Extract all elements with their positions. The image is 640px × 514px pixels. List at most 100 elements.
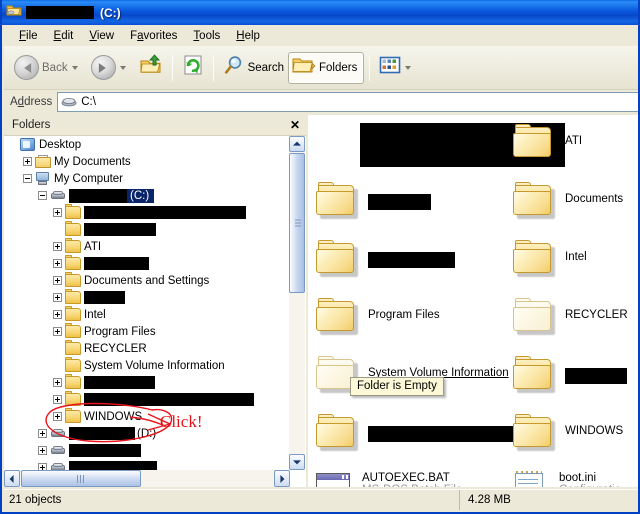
file-list-item[interactable] — [316, 239, 455, 277]
folder-icon — [316, 297, 360, 335]
redacted-text — [368, 193, 431, 210]
search-button[interactable]: Search — [219, 50, 288, 86]
back-button[interactable]: Back — [10, 50, 87, 86]
folders-icon — [292, 55, 316, 80]
expand-plus-icon[interactable] — [38, 463, 47, 470]
tree-vscroll-thumb[interactable] — [289, 153, 305, 293]
tooltip: Folder is Empty — [350, 377, 444, 396]
file-list-item[interactable]: WINDOWS — [513, 413, 623, 451]
tree-node[interactable] — [4, 459, 290, 470]
menu-item-edit[interactable]: Edit — [46, 28, 82, 44]
folder-drive-icon — [6, 3, 22, 22]
tree-node-label: ATI — [84, 240, 102, 253]
scroll-up-button[interactable] — [289, 136, 305, 152]
expand-plus-icon[interactable] — [53, 242, 62, 251]
menu-item-help[interactable]: Help — [228, 28, 268, 44]
file-list-item[interactable]: Intel — [513, 239, 587, 277]
tree-node[interactable] — [4, 221, 290, 238]
expand-plus-icon[interactable] — [38, 429, 47, 438]
menu-item-tools[interactable]: Tools — [185, 28, 228, 44]
toolbar-separator — [212, 54, 214, 81]
tree-node[interactable] — [4, 255, 290, 272]
tree-expander-spacer — [53, 361, 62, 370]
up-button[interactable] — [135, 50, 167, 86]
tree-node[interactable]: (D:) — [4, 425, 290, 442]
tree-node[interactable]: ATI — [4, 238, 290, 255]
scroll-left-button[interactable] — [4, 470, 20, 487]
expand-plus-icon[interactable] — [53, 276, 62, 285]
tree-node[interactable] — [4, 374, 290, 391]
expand-plus-icon[interactable] — [23, 157, 32, 166]
folder-icon — [65, 323, 81, 338]
tree-node[interactable]: WINDOWS — [4, 408, 290, 425]
scroll-right-button[interactable] — [274, 470, 290, 487]
tree-node[interactable]: System Volume Information — [4, 357, 290, 374]
tree-node[interactable]: Intel — [4, 306, 290, 323]
tree-vertical-scrollbar[interactable] — [289, 136, 305, 470]
folder-icon — [316, 181, 360, 219]
tree-horizontal-scrollbar[interactable] — [4, 470, 290, 487]
menu-item-favorites[interactable]: Favorites — [122, 28, 185, 44]
menu-item-file[interactable]: File — [11, 28, 46, 44]
file-item-name: boot.ini — [559, 472, 597, 484]
tree-node[interactable]: RECYCLER — [4, 340, 290, 357]
file-list-item[interactable] — [316, 181, 431, 219]
collapse-minus-icon[interactable] — [38, 191, 47, 200]
expand-plus-icon[interactable] — [53, 378, 62, 387]
expand-plus-icon[interactable] — [53, 293, 62, 302]
views-button[interactable] — [375, 50, 420, 86]
tree-node[interactable] — [4, 442, 290, 459]
folder-icon — [65, 357, 81, 372]
redacted-text — [84, 376, 155, 389]
redacted-text — [69, 427, 135, 440]
redacted-text — [69, 461, 157, 470]
close-icon[interactable]: ✕ — [290, 119, 300, 131]
file-list-item[interactable]: AUTOEXEC.BATMS-DOS Batch File — [316, 471, 462, 487]
views-dropdown-caret-icon[interactable] — [405, 65, 412, 70]
file-list-pane[interactable]: ATI Documents Intel Program Files RECYCLER S… — [308, 115, 638, 487]
tree-node[interactable]: My Computer — [4, 170, 290, 187]
tree-node-label: My Documents — [54, 155, 131, 168]
file-list-item[interactable]: RECYCLER — [513, 297, 628, 335]
tree-node[interactable] — [4, 391, 290, 408]
tree-node[interactable] — [4, 204, 290, 221]
window-title: (C:) — [26, 6, 121, 20]
forward-button[interactable] — [87, 50, 135, 86]
expand-plus-icon[interactable] — [53, 412, 62, 421]
tree-hscroll-thumb[interactable] — [21, 470, 141, 487]
forward-dropdown-caret-icon[interactable] — [119, 65, 126, 70]
tree-node[interactable]: (C:) — [4, 187, 290, 204]
menu-item-view[interactable]: View — [81, 28, 122, 44]
expand-plus-icon[interactable] — [53, 259, 62, 268]
expand-plus-icon[interactable] — [38, 446, 47, 455]
expand-plus-icon[interactable] — [53, 327, 62, 336]
folders-button[interactable]: Folders — [288, 51, 365, 84]
tree-node[interactable] — [4, 289, 290, 306]
tree-node[interactable]: Documents and Settings — [4, 272, 290, 289]
file-list-item[interactable]: Program Files — [316, 297, 440, 335]
scroll-down-button[interactable] — [289, 454, 305, 470]
file-list-item[interactable]: Documents — [513, 181, 623, 219]
tree-expander-spacer — [53, 344, 62, 353]
refresh-button[interactable] — [178, 50, 208, 86]
file-list-item[interactable]: boot.iniConfiguratio — [513, 471, 621, 487]
menu-bar[interactable]: File Edit View Favorites Tools Help — [4, 25, 638, 46]
folder-icon — [65, 289, 81, 304]
address-input[interactable]: C:\ — [57, 92, 638, 112]
tree-node[interactable]: Desktop — [4, 136, 290, 153]
file-list-item[interactable]: ATI — [513, 123, 582, 161]
folder-icon — [65, 374, 81, 389]
folders-button-label: Folders — [319, 61, 358, 74]
folder-tree[interactable]: Desktop My Documents My Computer (C:) ATI Doc… — [4, 136, 290, 470]
toolbar-separator — [171, 54, 173, 81]
tree-node[interactable]: Program Files — [4, 323, 290, 340]
file-list-item[interactable] — [513, 355, 627, 393]
tree-node[interactable]: My Documents — [4, 153, 290, 170]
expand-plus-icon[interactable] — [53, 310, 62, 319]
back-dropdown-caret-icon[interactable] — [71, 65, 78, 70]
collapse-minus-icon[interactable] — [23, 174, 32, 183]
toolbar: Back Search Folders — [4, 46, 638, 90]
expand-plus-icon[interactable] — [53, 395, 62, 404]
file-list-item[interactable] — [316, 413, 515, 451]
expand-plus-icon[interactable] — [53, 208, 62, 217]
